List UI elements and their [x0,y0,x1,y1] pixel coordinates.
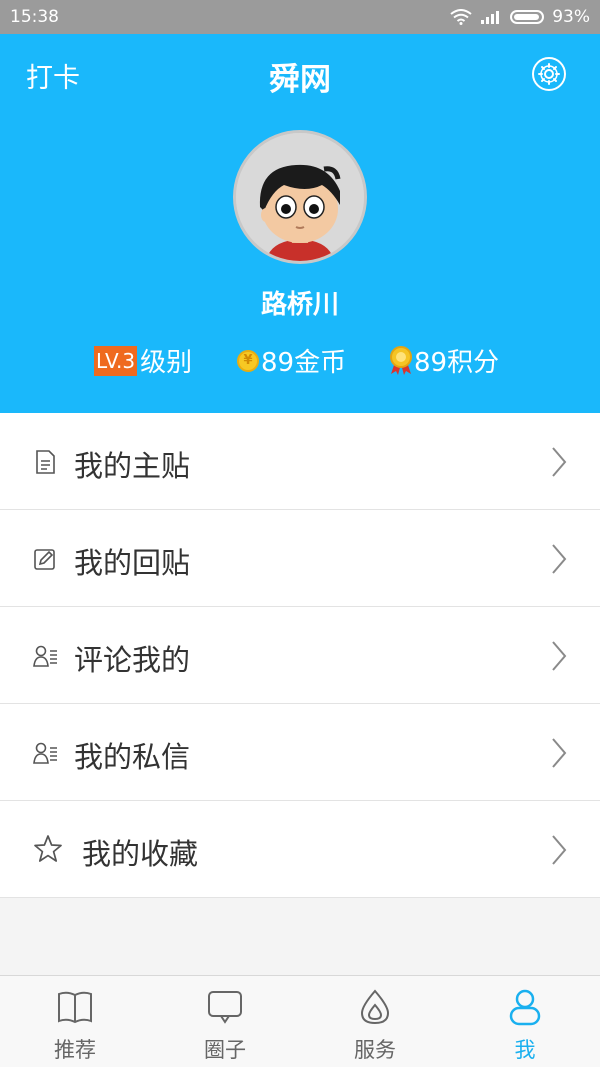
chevron-right-icon [552,835,567,865]
menu-item-label: 评论我的 [74,643,191,677]
book-icon [58,991,92,1024]
chevron-right-icon [552,544,567,574]
username: 路桥川 [260,290,339,320]
star-icon [34,835,62,862]
medal-icon [390,345,412,375]
drop-icon [360,989,390,1025]
wifi-icon [450,9,472,25]
coin-icon: ¥ [237,349,259,372]
tab-label: 服务 [354,1038,396,1062]
tab-label: 我 [514,1038,536,1062]
coins-label: 89金币 [261,348,347,378]
menu-item-my-replies[interactable]: 我的回贴 [0,510,600,607]
signal-icon [481,11,500,24]
profile-header: 打卡 舜网 路桥川 LV.3 级别 ¥ 89金币 89积分 [0,34,600,413]
level-badge: LV.3 [94,345,138,376]
tab-label: 推荐 [54,1038,96,1062]
user-list-icon [33,645,57,667]
document-icon [36,450,55,474]
menu-item-label: 我的私信 [74,740,191,774]
chevron-right-icon [552,641,567,671]
chevron-right-icon [552,738,567,768]
tab-me[interactable]: 我 [450,976,600,1067]
user-list-icon [33,742,57,764]
person-icon [509,989,541,1026]
edit-icon [34,549,55,570]
tab-recommend[interactable]: 推荐 [0,976,150,1067]
tab-circle[interactable]: 圈子 [150,976,300,1067]
user-stats: LV.3 级别 ¥ 89金币 89积分 [0,342,600,379]
menu-item-my-messages[interactable]: 我的私信 [0,704,600,801]
points-label: 89积分 [414,348,500,378]
menu-item-comments-on-me[interactable]: 评论我的 [0,607,600,704]
tab-services[interactable]: 服务 [300,976,450,1067]
menu-item-label: 我的收藏 [82,837,199,871]
menu-item-label: 我的回贴 [74,546,191,580]
points-stat: 89积分 [388,342,499,379]
battery-percent: 93% [552,7,590,27]
bottom-tab-bar: 推荐 圈子 服务 我 [0,975,600,1067]
menu-item-label: 我的主贴 [74,449,191,483]
app-title: 舜网 [269,62,331,98]
battery-icon [510,10,545,24]
level-label: 级别 [140,348,193,378]
status-bar: 15:38 93% [0,0,600,34]
settings-gear-icon[interactable] [531,56,567,92]
profile-menu: 我的主贴 我的回贴 评论我的 我的私信 我的收藏 [0,413,600,898]
avatar-illustration [236,133,364,261]
status-time: 15:38 [10,7,59,27]
menu-item-my-posts[interactable]: 我的主贴 [0,413,600,510]
level-stat: LV.3 级别 [94,342,192,379]
chevron-right-icon [552,447,567,477]
tab-label: 圈子 [204,1038,246,1062]
avatar[interactable] [233,130,367,264]
menu-item-my-favorites[interactable]: 我的收藏 [0,801,600,898]
coins-stat: ¥ 89金币 [237,342,346,379]
chat-icon [208,991,242,1024]
